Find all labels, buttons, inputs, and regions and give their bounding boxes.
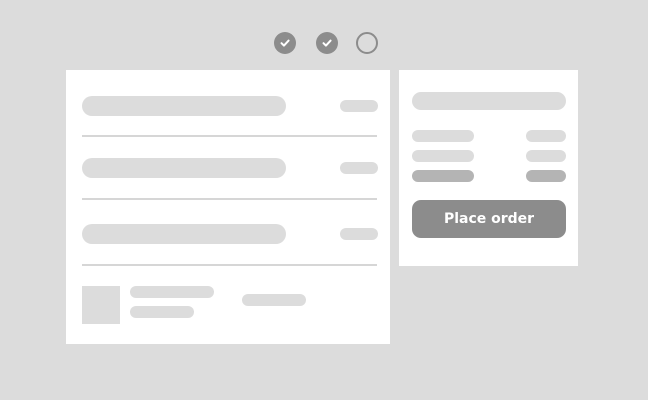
- order-summary-card: Place order: [399, 70, 578, 266]
- place-order-button[interactable]: Place order: [412, 200, 566, 238]
- product-thumbnail: [82, 286, 120, 324]
- total-value-placeholder: [526, 170, 566, 182]
- item-price-placeholder: [340, 162, 378, 174]
- summary-label-placeholder: [412, 130, 474, 142]
- summary-label-placeholder: [412, 150, 474, 162]
- step-3-pending: [356, 32, 378, 54]
- row-divider: [82, 135, 377, 137]
- summary-value-placeholder: [526, 130, 566, 142]
- cart-items-card: [66, 70, 390, 344]
- summary-title-placeholder: [412, 92, 566, 110]
- detail-line-placeholder: [130, 306, 194, 318]
- detail-value-placeholder: [242, 294, 306, 306]
- item-title-placeholder: [82, 96, 286, 116]
- step-2-complete: [316, 32, 338, 54]
- item-price-placeholder: [340, 100, 378, 112]
- total-label-placeholder: [412, 170, 474, 182]
- row-divider: [82, 198, 377, 200]
- detail-line-placeholder: [130, 286, 214, 298]
- check-icon: [280, 39, 290, 47]
- item-price-placeholder: [340, 228, 378, 240]
- item-title-placeholder: [82, 224, 286, 244]
- step-1-complete: [274, 32, 296, 54]
- item-title-placeholder: [82, 158, 286, 178]
- row-divider: [82, 264, 377, 266]
- checkout-stepper: [274, 32, 378, 54]
- summary-value-placeholder: [526, 150, 566, 162]
- check-icon: [322, 39, 332, 47]
